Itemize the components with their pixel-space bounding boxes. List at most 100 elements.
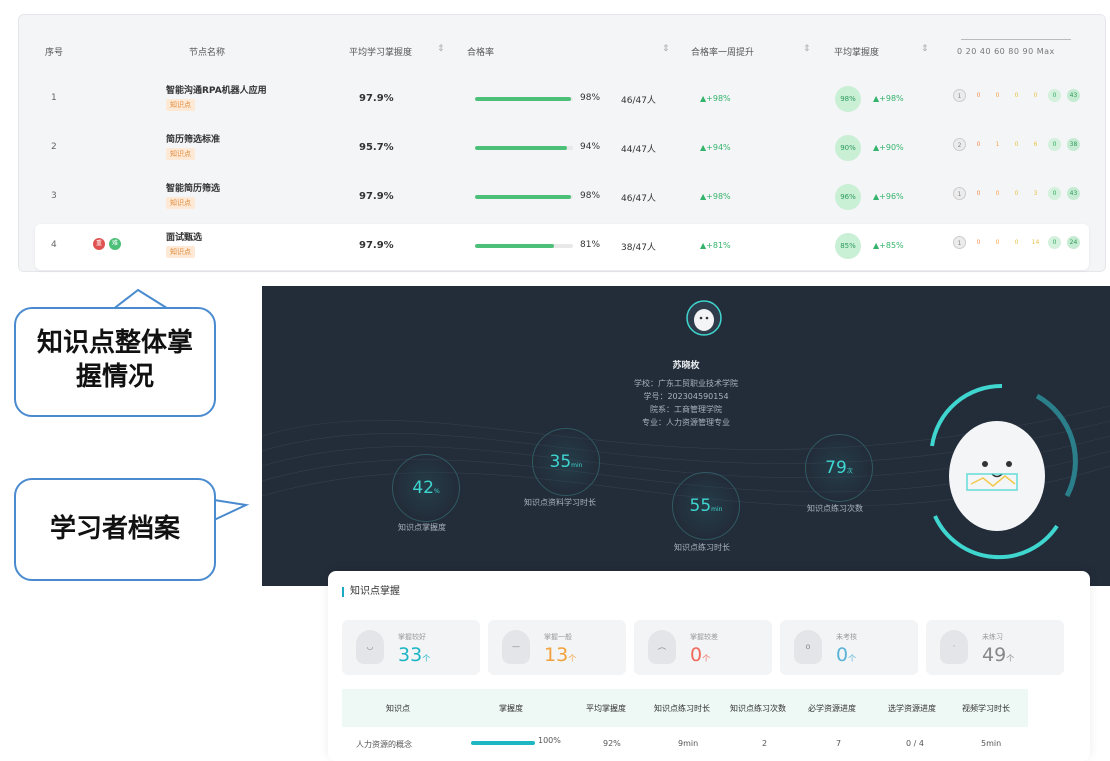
sort-icon[interactable]: ⇕: [437, 44, 445, 54]
cell-avg: 92%: [603, 739, 621, 748]
pass-count: 44/47人: [621, 145, 656, 155]
proficiency-lift: ▲+96%: [873, 192, 904, 201]
avg-mastery: 97.9%: [359, 240, 394, 251]
card-label: 未练习: [982, 633, 1003, 641]
pass-rate-bar: [475, 146, 573, 150]
node-name[interactable]: 简历筛选标准: [166, 132, 220, 145]
proficiency-circle: 90%: [835, 135, 861, 161]
sort-icon[interactable]: ⇕: [662, 44, 670, 54]
distribution-dot: 38: [1067, 138, 1080, 151]
pass-rate-lift: ▲+98%: [700, 94, 731, 103]
card-value: 33个: [398, 644, 431, 666]
distribution-dots: 1 0 0 0 14 0 24: [953, 236, 1080, 249]
distribution-dots: 2 0 1 0 6 0 38: [953, 138, 1080, 151]
proficiency-lift: ▲+85%: [873, 241, 904, 250]
distribution-dot: 0: [1048, 89, 1061, 102]
distribution-dot: 0: [1014, 92, 1019, 99]
mastery-table-header: 知识点 掌握度 平均掌握度 知识点练习时长 知识点练习次数 必学资源进度 选学资…: [342, 689, 1028, 727]
proficiency-circle: 96%: [835, 184, 861, 210]
difficulty-badge: 难: [109, 238, 121, 250]
pass-rate-bar: [475, 97, 573, 101]
node-name[interactable]: 智能简历筛选: [166, 181, 220, 194]
table-row[interactable]: 1 智能沟通RPA机器人应用 知识点 97.9% 98% 46/47人 ▲+98% 98% ▲+…: [35, 77, 1089, 123]
stat-mastery-circle: 42%: [392, 454, 460, 522]
node-name[interactable]: 面试甄选: [166, 230, 202, 243]
mascot-face-icon: —: [502, 630, 530, 664]
row-index: 1: [51, 93, 57, 103]
distribution-dot: 1: [953, 89, 966, 102]
pass-count: 46/47人: [621, 96, 656, 106]
card-label: 掌握较好: [398, 633, 426, 641]
card-value: 0个: [690, 644, 711, 666]
pass-rate-lift: ▲+94%: [700, 143, 731, 152]
distribution-dot: 0: [995, 190, 1000, 197]
learner-profile-panel: 苏晓枚 学校：广东工贸职业技术学院 学号：202304590154 院系：工商管…: [262, 286, 1110, 586]
table-row[interactable]: 2 简历筛选标准 知识点 95.7% 94% 44/47人 ▲+94% 90% ▲+90% 2 0 1…: [35, 126, 1089, 172]
distribution-dot: 1: [953, 187, 966, 200]
stat-practice-time-circle: 55min: [672, 472, 740, 540]
distribution-dot: 0: [995, 239, 1000, 246]
proficiency-lift: ▲+90%: [873, 143, 904, 152]
distribution-dot: 1: [995, 141, 1000, 148]
col-mastery: 掌握度: [499, 704, 523, 713]
avatar: [686, 300, 722, 336]
avg-mastery: 97.9%: [359, 191, 394, 202]
pass-count: 38/47人: [621, 243, 656, 253]
col-video-time: 视频学习时长: [962, 704, 1010, 713]
distribution-dots: 1 0 0 0 0 0 43: [953, 89, 1080, 102]
distribution-dot: 6: [1033, 141, 1038, 148]
mastery-summary-card[interactable]: ︵ 掌握较差 0个: [634, 620, 772, 675]
node-tag: 知识点: [166, 197, 195, 209]
stat-practice-time-label: 知识点练习时长: [674, 543, 730, 552]
col-practice-count: 知识点练习次数: [730, 704, 786, 713]
card-value: 0个: [836, 644, 857, 666]
row-index: 2: [51, 142, 57, 152]
node-mastery-table: 序号 节点名称 平均学习掌握度 ⇕ 合格率 ⇕ 合格率一周提升 ⇕ 平均掌握度 …: [18, 14, 1106, 272]
header-index: 序号: [45, 48, 64, 58]
difficulty-badge: 重: [93, 238, 105, 250]
card-label: 未考核: [836, 633, 857, 641]
mastery-summary-card[interactable]: · 未练习 49个: [926, 620, 1064, 675]
callout-text-line1: 知识点整体掌: [36, 328, 193, 358]
mastery-summary-card[interactable]: — 掌握一般 13个: [488, 620, 626, 675]
cell-required: 7: [836, 739, 842, 748]
mastery-summary-card[interactable]: o 未考核 0个: [780, 620, 918, 675]
pass-count: 46/47人: [621, 194, 656, 204]
distribution-dot: 1: [953, 236, 966, 249]
header-pass-rate[interactable]: 合格率: [467, 45, 494, 58]
sort-icon[interactable]: ⇕: [803, 44, 811, 54]
card-label: 掌握一般: [544, 633, 572, 641]
distribution-dot: 0: [976, 92, 981, 99]
pass-rate-bar: [475, 195, 573, 199]
col-practice-time: 知识点练习时长: [654, 704, 710, 713]
table-row[interactable]: 4 重难 面试甄选 知识点 97.9% 81% 38/47人 ▲+81% 85% ▲+85% 1 0 0…: [35, 224, 1089, 270]
mascot-face-icon: ︵: [648, 630, 676, 664]
knowledge-mastery-section: 知识点掌握 ◡ 掌握较好 33个 — 掌握一般 13个 ︵ 掌握较差 0个 o 未考核 0个 · 未练习 4…: [328, 571, 1090, 761]
wave-background: [262, 300, 1110, 560]
sort-icon[interactable]: ⇕: [921, 44, 929, 54]
row-index: 4: [51, 240, 57, 250]
row-index: 3: [51, 191, 57, 201]
distribution-dot: 0: [976, 190, 981, 197]
cell-mastery-bar: [471, 741, 535, 745]
header-avg-mastery[interactable]: 平均学习掌握度: [349, 45, 412, 58]
cell-practice-time: 9min: [678, 739, 699, 748]
pass-rate-lift: ▲+98%: [700, 192, 731, 201]
learner-name: 苏晓枚: [672, 361, 700, 371]
avg-mastery: 97.9%: [359, 93, 394, 104]
mastery-summary-card[interactable]: ◡ 掌握较好 33个: [342, 620, 480, 675]
avg-mastery: 95.7%: [359, 142, 394, 153]
distribution-dot: 0: [1048, 236, 1061, 249]
node-name[interactable]: 智能沟通RPA机器人应用: [166, 83, 267, 96]
col-elective-progress: 选学资源进度: [888, 704, 936, 713]
stat-practice-count-circle: 79次: [805, 434, 873, 502]
mascot-face-icon: ◡: [356, 630, 384, 664]
cell-name: 人力资源的概念: [356, 740, 412, 749]
distribution-dot: 0: [995, 92, 1000, 99]
node-tag: 知识点: [166, 246, 195, 258]
header-avg-proficiency[interactable]: 平均掌握度: [834, 45, 879, 58]
table-row[interactable]: 3 智能简历筛选 知识点 97.9% 98% 46/47人 ▲+98% 96% ▲+96% 1 0 0…: [35, 175, 1089, 221]
distribution-dot: 2: [953, 138, 966, 151]
header-pass-rate-week[interactable]: 合格率一周提升: [691, 45, 754, 58]
learner-school: 学校：广东工贸职业技术学院: [634, 379, 738, 388]
